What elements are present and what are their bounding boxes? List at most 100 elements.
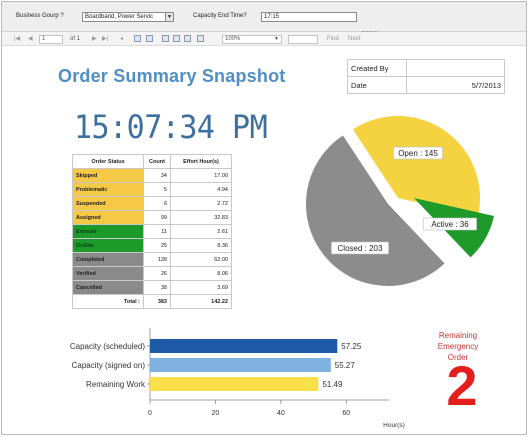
pie-label: Open : 145 <box>398 149 438 158</box>
report-viewer: Business Gourp ? Boardband, Power Servic… <box>1 1 527 435</box>
x-axis-label: Hour(s) <box>383 422 405 429</box>
count-cell: 25 <box>143 238 171 253</box>
column-header: Count <box>143 154 171 169</box>
page-count: of 1 <box>70 36 81 42</box>
table-row: OnSite 25 8.36 <box>72 238 232 253</box>
zoom-value: 100% <box>225 36 241 42</box>
business-group-value: Boardband, Power Servic <box>85 14 154 20</box>
total-label: Total : <box>72 294 144 309</box>
bar <box>150 377 319 391</box>
total-hours: 142.22 <box>170 294 232 309</box>
hours-cell: 2.61 <box>170 224 232 239</box>
hours-cell: 8.06 <box>170 266 232 281</box>
order-status-rows: Skipped 34 17.00 Problematic 5 4.94 Suspended 6… <box>72 168 232 295</box>
table-row: Problematic 5 4.94 <box>72 182 232 197</box>
report-info-table: Created By Date 5/7/2013 <box>347 59 505 94</box>
status-cell: Assigned <box>72 210 144 225</box>
bar-data-label: 57.25 <box>341 342 362 351</box>
column-header: Order Status <box>72 154 144 169</box>
find-next-link[interactable]: Next <box>348 35 360 43</box>
hours-cell: 2.72 <box>170 196 232 211</box>
count-cell: 5 <box>143 182 171 197</box>
status-cell: Enroute <box>72 224 144 239</box>
page-setup-icon[interactable] <box>184 35 191 42</box>
find-link[interactable]: Find <box>327 35 339 43</box>
capacity-end-label: Capacity End Time? <box>193 13 247 19</box>
table-row: Assigned 99 32.83 <box>72 210 232 225</box>
count-cell: 26 <box>143 266 171 281</box>
current-time: 15:07:34 PM <box>74 109 268 147</box>
count-cell: 99 <box>143 210 171 225</box>
x-tick-label: 40 <box>277 410 285 417</box>
business-group-select[interactable]: Boardband, Power Servic ▼ <box>82 12 174 22</box>
y-tick-label: Remaining Work <box>86 380 146 389</box>
back-icon[interactable]: ◂ <box>120 35 123 43</box>
zoom-select[interactable]: 100% ▼ <box>222 35 282 44</box>
status-cell: Skipped <box>72 168 144 183</box>
bar <box>150 358 331 372</box>
date-value: 5/7/2013 <box>406 76 505 94</box>
capacity-end-value: 17:15 <box>264 14 280 20</box>
business-group-label: Business Gourp ? <box>16 13 64 19</box>
page-number-value: 1 <box>42 36 46 42</box>
y-tick-label: Capacity (signed on) <box>72 361 146 370</box>
x-tick-label: 0 <box>148 410 152 417</box>
status-cell: Suspended <box>72 196 144 211</box>
table-row: Enroute 11 2.61 <box>72 224 232 239</box>
hours-cell: 17.00 <box>170 168 232 183</box>
count-cell: 34 <box>143 168 171 183</box>
refresh-icon[interactable] <box>146 35 153 42</box>
status-cell: Verified <box>72 266 144 281</box>
total-count: 383 <box>143 294 171 309</box>
table-row: Skipped 34 17.00 <box>72 168 232 183</box>
x-tick-label: 20 <box>212 410 220 417</box>
hours-cell: 32.83 <box>170 210 232 225</box>
status-cell: Completed <box>72 252 144 267</box>
hours-cell: 4.94 <box>170 182 232 197</box>
capacity-bar-chart: Capacity (scheduled) 57.25 Capacity (signe… <box>70 328 405 429</box>
report-toolbar: |◀ ◀ 1 of 1 ▶ ▶| ◂ 100% ▼ Find Next <box>2 32 526 46</box>
chevron-down-icon[interactable]: ▼ <box>165 13 173 21</box>
order-status-table: Order Status Count Effort Hour(s) Skippe… <box>72 154 232 309</box>
created-by-value <box>406 59 505 77</box>
status-cell: OnSite <box>72 238 144 253</box>
created-by-label: Created By <box>347 59 407 77</box>
pie-label: Active : 36 <box>431 220 469 229</box>
print-layout-icon[interactable] <box>173 35 180 42</box>
count-cell: 139 <box>143 252 171 267</box>
parameter-bar: Business Gourp ? Boardband, Power Servic… <box>2 2 526 33</box>
y-tick-label: Capacity (scheduled) <box>70 342 145 351</box>
page-title: Order Summary Snapshot <box>58 66 286 86</box>
find-input[interactable] <box>288 35 318 44</box>
remaining-emergency-label-line: Remaining <box>438 331 478 340</box>
table-row: Completed 139 62.00 <box>72 252 232 267</box>
stop-icon[interactable] <box>134 35 141 42</box>
table-row: Cancelled 38 3.69 <box>72 280 232 295</box>
chevron-down-icon[interactable]: ▼ <box>274 36 279 43</box>
bar <box>150 339 338 353</box>
count-cell: 38 <box>143 280 171 295</box>
next-page-icon[interactable]: ▶ <box>92 35 97 43</box>
last-page-icon[interactable]: ▶| <box>102 35 108 43</box>
count-cell: 11 <box>143 224 171 239</box>
status-cell: Cancelled <box>72 280 144 295</box>
bar-data-label: 51.49 <box>322 380 343 389</box>
x-tick-label: 60 <box>342 410 350 417</box>
remaining-emergency-value: 2 <box>446 354 478 417</box>
bar-data-label: 55.27 <box>335 361 356 370</box>
count-cell: 6 <box>143 196 171 211</box>
export-icon[interactable] <box>197 35 204 42</box>
date-label: Date <box>347 76 407 94</box>
table-row: Suspended 6 2.72 <box>72 196 232 211</box>
pie-label: Closed : 203 <box>338 244 383 253</box>
table-total-row: Total : 383 142.22 <box>72 294 232 309</box>
order-state-pie-chart: Open : 145 Active : 36 Closed : 203 <box>305 116 495 287</box>
hours-cell: 8.36 <box>170 238 232 253</box>
print-icon[interactable] <box>162 35 169 42</box>
page-number-input[interactable]: 1 <box>39 35 63 44</box>
hours-cell: 3.69 <box>170 280 232 295</box>
table-row: Verified 26 8.06 <box>72 266 232 281</box>
prev-page-icon[interactable]: ◀ <box>28 35 33 43</box>
first-page-icon[interactable]: |◀ <box>14 35 20 43</box>
capacity-end-input[interactable]: 17:15 <box>261 12 357 22</box>
